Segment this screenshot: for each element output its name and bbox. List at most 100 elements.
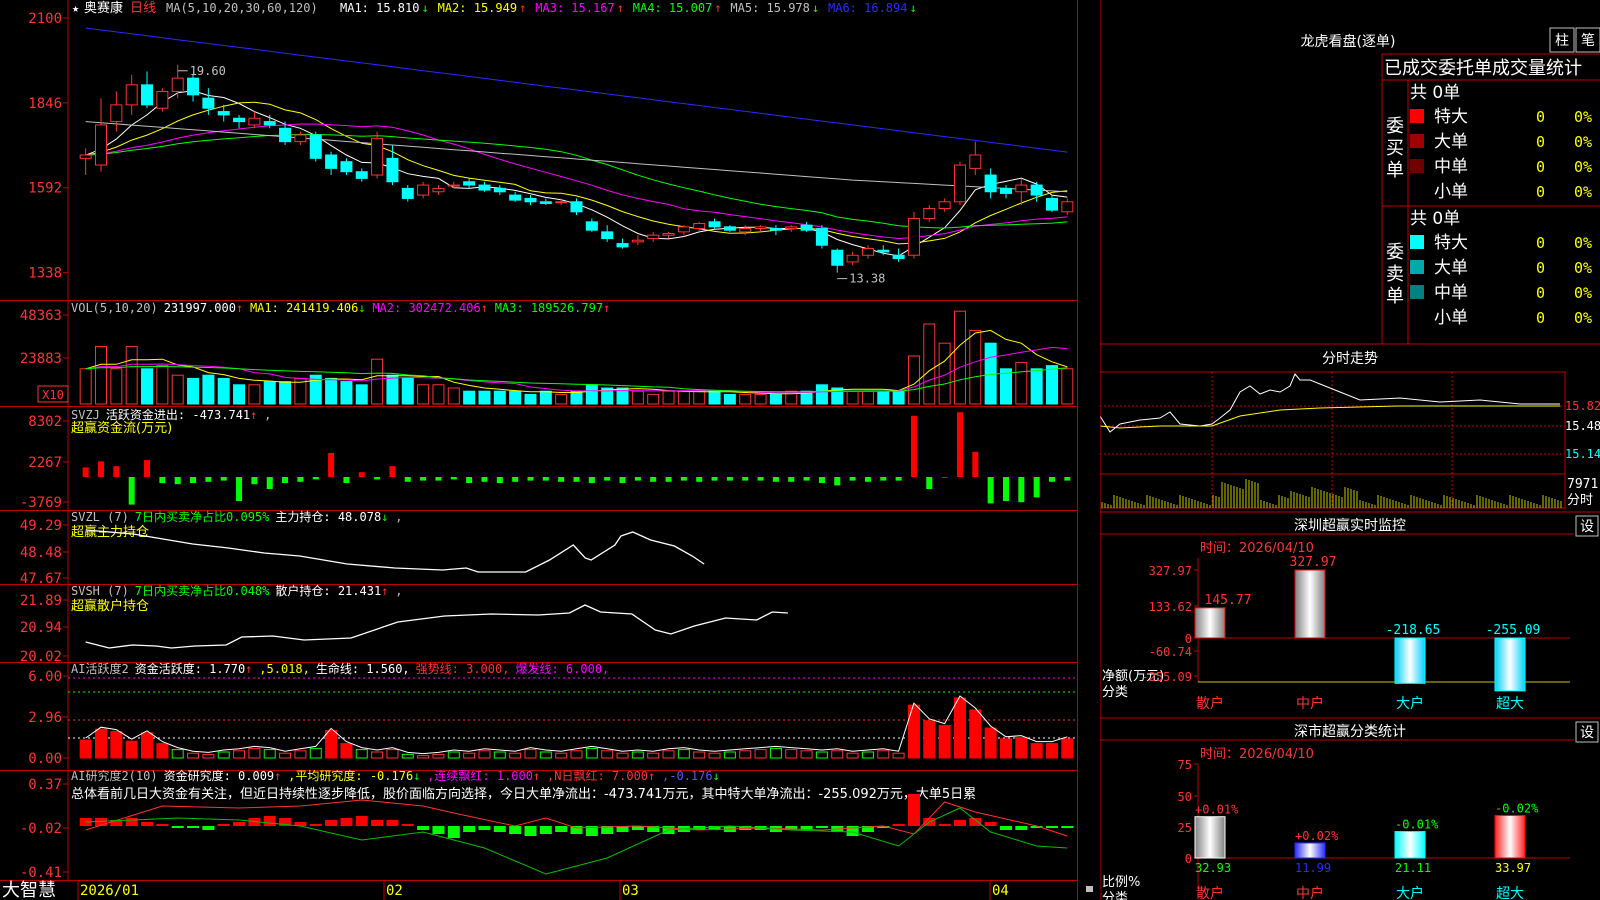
date-label-2: 03 (622, 883, 639, 899)
svsh-subtitle: 超赢散户持仓 (71, 598, 149, 614)
volume-bar-38 (662, 390, 675, 405)
svzj-bar-35 (619, 477, 626, 483)
svsh-tick-label-0: 21.89 (20, 593, 62, 609)
ai-research-bar-30 (539, 826, 552, 834)
ai-active-bar-12 (263, 749, 276, 759)
main-chart-area[interactable]: 2100 1846 1592 1338 ★ 奥赛康 日线 MA(5,10,20,30,60,1… (0, 0, 1100, 900)
candle-body (156, 91, 169, 109)
svzl-tick-label-0: 49.29 (20, 518, 62, 534)
volume-bar-4 (141, 368, 154, 405)
ma-params: MA(5,10,20,30,60,120) (166, 1, 318, 15)
svzj-bar-18 (358, 472, 365, 477)
candle-body (141, 84, 154, 106)
candle-body (969, 154, 982, 169)
volume-bar-24 (447, 387, 460, 405)
volume-bar-32 (570, 390, 583, 405)
ma-arrow-1: ↓ (422, 1, 429, 15)
intraday-vol-label: 7971 (1567, 477, 1598, 492)
candle-body (923, 207, 936, 219)
ai-research-bar-9 (217, 824, 230, 826)
period-label: 日线 (130, 1, 156, 16)
ai-research-header-arrow-4: ↑ (648, 769, 655, 783)
monitor-bar-rect (1394, 637, 1426, 684)
ai-research-bar-54 (907, 794, 920, 826)
kline-indicator-panels[interactable]: 2100 1846 1592 1338 ★ 奥赛康 日线 MA(5,10,20,30,60,1… (0, 0, 1100, 900)
svzj-bar-60 (1002, 477, 1009, 501)
candle-body (417, 184, 430, 196)
ai-research-bar-10 (233, 822, 246, 826)
annotation-high-label: 19.60 (190, 64, 226, 78)
svzl-header-3: , (395, 510, 402, 524)
dragon-sell-row-count-1: 0 (1536, 259, 1545, 277)
svzj-bar-1 (98, 461, 105, 477)
dragon-buy-row-count-1: 0 (1536, 133, 1545, 151)
ai-active-bar-54 (907, 704, 920, 759)
svzl-header-2: 主力持仓: 48.078 (275, 509, 381, 524)
dragon-sell-swatch-1 (1410, 260, 1424, 274)
date-label-0: 2026/01 (80, 883, 139, 899)
ma-arrow-2: ↑ (519, 1, 526, 15)
stats-value-2: 21.11 (1395, 861, 1431, 875)
lock-icon (1086, 886, 1093, 892)
candle-body (248, 117, 261, 126)
ai-active-bar-21 (401, 753, 414, 759)
svzj-bar-8 (205, 477, 212, 482)
candle-body (662, 233, 675, 236)
svzj-bar-38 (665, 477, 672, 482)
candle-body (677, 226, 690, 233)
svzj-bar-56 (941, 477, 948, 478)
vol-header-3: MA2: 302472.406 (372, 301, 480, 315)
candle-body (217, 111, 230, 116)
candle-body (386, 157, 399, 183)
ai-active-bar-35 (616, 752, 629, 759)
candle-body (754, 226, 767, 230)
candle-body (371, 137, 384, 176)
candle-body (79, 154, 92, 159)
svzj-bar-13 (282, 477, 289, 483)
candle-body (401, 187, 414, 199)
ai-active-tick-label-1: 2.96 (28, 710, 62, 726)
ai-research-bar-7 (187, 826, 200, 828)
volume-bar-64 (1061, 368, 1074, 405)
ai-research-header-arrow-3: ↑ (533, 769, 540, 783)
ma-value-1: MA1: 15.810 (340, 1, 419, 15)
svsh-header-1: 7日内买卖净占比0.048% (135, 583, 270, 598)
ai-research-tick-label-2: -0.41 (20, 865, 62, 881)
stats-bar-rect (1294, 842, 1326, 859)
ai-active-bar-51 (861, 751, 874, 759)
ai-active-bar-24 (447, 751, 460, 759)
candle-body (432, 187, 445, 193)
dragon-buy-total: 共 0单 (1410, 83, 1460, 103)
candle-body (202, 97, 215, 109)
monitor-category-0: 散户 (1196, 695, 1224, 712)
volume-bar-8 (202, 374, 215, 405)
volume-bar-60 (999, 368, 1012, 405)
ai-research-header-arrow-5: ↓ (713, 769, 720, 783)
ai-active-bar-56 (938, 725, 951, 759)
ai-research-bar-19 (371, 820, 384, 826)
dragon-sell-row-label-1: 大单 (1434, 258, 1468, 278)
dragon-buy-swatch-0 (1410, 109, 1424, 123)
monitor-ylabel-8: 比例% (1102, 875, 1140, 890)
volume-bar-33 (585, 384, 598, 405)
svzj-bar-47 (803, 477, 810, 481)
ai-active-bar-17 (340, 743, 353, 759)
svzj-bar-37 (650, 477, 657, 482)
volume-bar-54 (907, 355, 920, 405)
price-tick-label-1: 1846 (28, 96, 62, 112)
ai-research-bar-56 (938, 824, 951, 826)
svzj-bar-9 (220, 477, 227, 481)
ai-research-bar-31 (555, 826, 568, 832)
svzj-bar-48 (818, 477, 825, 483)
dragon-buy-row-count-3: 0 (1536, 183, 1545, 201)
dragon-sell-row-pct-3: 0% (1574, 309, 1592, 327)
stats-top-label-0: +0.01% (1195, 803, 1239, 817)
ai-active-bar-33 (585, 747, 598, 759)
stats-top-label-1: +0.02% (1295, 829, 1339, 843)
ma-arrow-3: ↑ (617, 1, 624, 15)
monitor-tick-7-4: -255.09 (1141, 670, 1192, 684)
candle-body (539, 201, 552, 204)
monitor-tick-7-0: 327.97 (1149, 564, 1192, 578)
volume-bar-40 (693, 390, 706, 405)
ai-active-header-5: 爆发线: 6.000, (515, 661, 609, 676)
